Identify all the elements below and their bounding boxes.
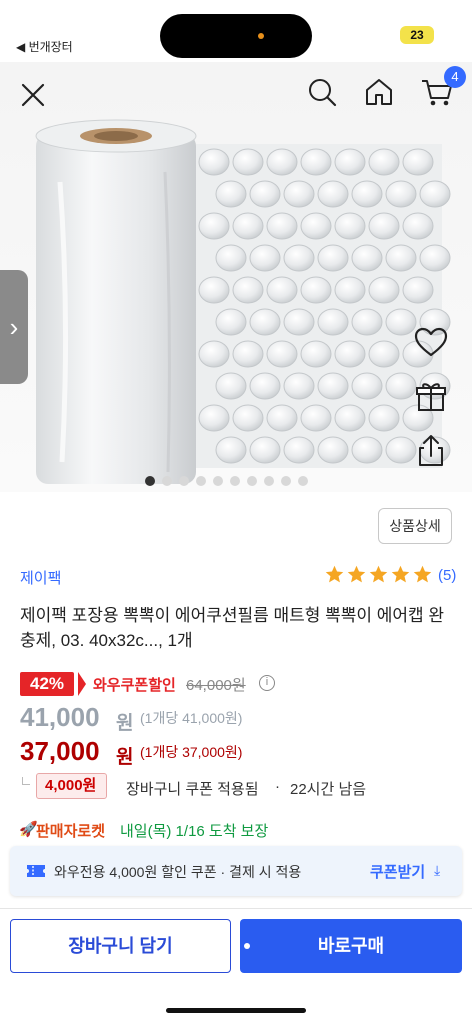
pagination-dot[interactable] — [213, 476, 223, 486]
back-to-app-link[interactable]: ◀ 번개장터 — [16, 38, 73, 55]
buy-now-button[interactable]: 바로구매 — [240, 919, 462, 973]
pagination-dot[interactable] — [230, 476, 240, 486]
cart-coupon-badge: 4,000원 — [36, 773, 108, 799]
rocket-label: 판매자로켓 — [36, 823, 106, 840]
delivery-date: 내일(목) 1/16 도착 보장 — [120, 823, 269, 840]
pagination-dot[interactable] — [298, 476, 308, 486]
coupon-banner[interactable]: 와우전용 4,000원 할인 쿠폰 · 결제 시 적용 쿠폰받기 ⤓ — [10, 846, 462, 896]
pagination-dot[interactable] — [179, 476, 189, 486]
product-detail-button[interactable]: 상품상세 — [378, 508, 452, 544]
pagination-dot[interactable] — [162, 476, 172, 486]
close-icon[interactable] — [18, 80, 48, 110]
share-icon[interactable] — [412, 432, 450, 470]
pagination-dot[interactable] — [264, 476, 274, 486]
coupon-time-left: 22시간 남음 — [290, 781, 367, 798]
seller-link[interactable]: 제이팩 — [20, 567, 61, 588]
chevron-right-icon: › — [9, 312, 19, 342]
get-coupon-button[interactable]: 쿠폰받기 — [370, 861, 425, 882]
coupon-price: 37,000 — [20, 736, 100, 766]
wow-coupon-label: 와우쿠폰할인 — [93, 677, 176, 694]
sale-price-unit: 원 — [116, 713, 134, 734]
rating-stars — [324, 564, 433, 585]
divider — [0, 908, 472, 909]
side-panel-toggle[interactable]: › — [0, 270, 28, 384]
rocket-icon: 🚀 — [19, 821, 38, 838]
discount-badge: 42% — [20, 672, 75, 696]
cart-count-badge: 4 — [444, 66, 466, 88]
info-icon[interactable]: i — [259, 675, 275, 691]
sale-price: 41,000 — [20, 702, 100, 732]
product-title: 제이팩 포장용 뽁뽁이 에어쿠션필름 매트형 뽁뽁이 에어캡 완충제, 03. … — [20, 606, 445, 650]
indent-marker — [22, 777, 30, 785]
original-price: 64,000원 — [186, 677, 246, 694]
pagination-dot[interactable] — [247, 476, 257, 486]
bubble-wrap-photo — [35, 119, 451, 484]
product-image[interactable] — [0, 62, 472, 492]
gift-icon[interactable] — [412, 378, 450, 416]
coupon-banner-text: 와우전용 4,000원 할인 쿠폰 · 결제 시 적용 — [54, 864, 302, 880]
star-icon — [391, 565, 410, 583]
coupon-icon — [27, 865, 45, 877]
heart-icon[interactable] — [412, 324, 450, 362]
dynamic-island — [160, 14, 312, 58]
wifi-icon: ⌔ — [366, 25, 383, 45]
buy-now-label: 바로구매 — [317, 936, 385, 956]
star-icon — [347, 565, 366, 583]
add-to-cart-button[interactable]: 장바구니 담기 — [10, 919, 231, 973]
home-indicator — [166, 1008, 306, 1013]
coupon-price-unit: 원 — [116, 747, 134, 768]
cart-coupon-note: 장바구니 쿠폰 적용됨 — [126, 781, 259, 798]
pagination-dot[interactable] — [145, 476, 155, 486]
home-icon[interactable] — [363, 76, 395, 108]
signal-icon — [336, 28, 358, 42]
image-pagination[interactable] — [145, 476, 308, 486]
battery-icon: 23 — [400, 26, 434, 44]
star-icon — [325, 565, 344, 583]
sale-price-per-unit: (1개당 41,000원) — [140, 710, 243, 726]
download-icon: ⤓ — [434, 862, 441, 878]
review-count[interactable]: (5) — [438, 567, 456, 584]
pagination-dot[interactable] — [281, 476, 291, 486]
star-icon — [413, 565, 432, 583]
pagination-dot[interactable] — [196, 476, 206, 486]
coupon-price-per-unit: (1개당 37,000원) — [140, 744, 243, 760]
search-icon[interactable] — [306, 76, 338, 108]
star-icon — [369, 565, 388, 583]
status-bar: 18:05 ◀ 번개장터 ⌔ 23 — [0, 0, 472, 62]
